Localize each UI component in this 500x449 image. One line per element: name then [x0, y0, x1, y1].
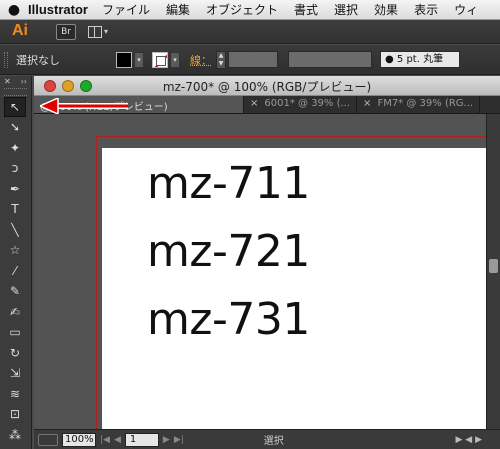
- annotation-arrow: [40, 98, 128, 114]
- scrollbar-thumb[interactable]: [489, 259, 498, 273]
- eraser-tool[interactable]: ▭: [4, 323, 26, 343]
- art-text-line[interactable]: mz-711: [147, 158, 310, 209]
- brush-definition-dropdown[interactable]: ● 5 pt. 丸筆: [380, 51, 460, 68]
- menu-select[interactable]: 選択: [334, 1, 358, 18]
- menu-type[interactable]: 書式: [294, 1, 318, 18]
- direct-selection-tool[interactable]: ➘: [4, 118, 26, 138]
- line-tool[interactable]: ╲: [4, 220, 26, 240]
- fill-dropdown[interactable]: ▾: [134, 51, 144, 68]
- stroke-dropdown[interactable]: ▾: [170, 51, 180, 68]
- app-menu[interactable]: Illustrator: [28, 2, 88, 17]
- menu-edit[interactable]: 編集: [166, 1, 190, 18]
- apple-icon[interactable]: ●: [0, 2, 28, 18]
- blob-brush-tool[interactable]: ✍: [4, 302, 26, 322]
- stroke-weight-field[interactable]: [228, 51, 278, 68]
- scale-tool[interactable]: ⇲: [4, 364, 26, 384]
- symbol-sprayer-tool[interactable]: ⁂: [4, 425, 26, 445]
- document-window: mz-700* @ 100% (RGB/プレビュー) @ 100% (RGB/プ…: [34, 76, 500, 449]
- selection-status-label: 選択なし: [16, 53, 60, 67]
- application-bar: Ai Br ▾: [0, 20, 500, 44]
- pen-tool[interactable]: ✒: [4, 179, 26, 199]
- tab-fm7[interactable]: × FM7* @ 39% (RG...: [357, 96, 481, 113]
- menu-file[interactable]: ファイル: [102, 1, 150, 18]
- next-artboard-button[interactable]: ▶: [163, 435, 170, 445]
- arrange-documents-button[interactable]: ▾: [88, 25, 109, 38]
- control-bar: 選択なし ▾ ▾ 線： ▲ ▼ ● 5 pt. 丸筆: [0, 45, 500, 75]
- rotate-tool[interactable]: ↻: [4, 343, 26, 363]
- tab-label: FM7* @ 39% (RG...: [377, 98, 474, 109]
- tab-label: 6001* @ 39% (...: [264, 98, 351, 109]
- vertical-scrollbar[interactable]: [486, 114, 500, 429]
- pencil-tool[interactable]: ✎: [4, 282, 26, 302]
- window-title-bar[interactable]: mz-700* @ 100% (RGB/プレビュー): [34, 76, 500, 96]
- warp-tool[interactable]: ≋: [4, 384, 26, 404]
- panel-grip[interactable]: [4, 51, 8, 68]
- panel-grip[interactable]: [4, 88, 27, 96]
- paintbrush-tool[interactable]: ⁄: [4, 261, 26, 281]
- close-icon[interactable]: ✕: [4, 76, 11, 88]
- lasso-tool[interactable]: ↄ: [4, 159, 26, 179]
- artboard-number-field[interactable]: 1: [124, 432, 159, 447]
- free-transform-tool[interactable]: ⊡: [4, 405, 26, 425]
- expand-icon[interactable]: ››: [21, 76, 27, 88]
- magic-wand-tool[interactable]: ✦: [4, 138, 26, 158]
- close-icon[interactable]: ×: [363, 98, 371, 109]
- stroke-weight-label[interactable]: 線：: [190, 52, 212, 68]
- annotation-arrow-head: [40, 98, 59, 114]
- chevron-down-icon: ▾: [104, 27, 109, 36]
- tab-6001[interactable]: × 6001* @ 39% (...: [244, 96, 358, 113]
- menu-view[interactable]: 表示: [414, 1, 438, 18]
- illustrator-logo: Ai: [12, 21, 28, 39]
- fill-swatch[interactable]: [116, 51, 132, 68]
- status-menu-arrow-icon[interactable]: ▶ ◀ ▶: [456, 435, 483, 445]
- canvas-area[interactable]: mz-711 mz-721 mz-731: [34, 114, 486, 429]
- selection-tool[interactable]: ↖: [4, 97, 26, 117]
- mac-menu-bar: ● Illustrator ファイル 編集 オブジェクト 書式 選択 効果 表示…: [0, 0, 500, 20]
- art-text-line[interactable]: mz-721: [147, 226, 310, 277]
- zoom-icon: [38, 433, 58, 446]
- previous-artboard-button[interactable]: ◀: [114, 435, 121, 445]
- variable-width-profile-dropdown[interactable]: [288, 51, 372, 68]
- window-title: mz-700* @ 100% (RGB/プレビュー): [162, 80, 372, 94]
- star-tool[interactable]: ☆: [4, 241, 26, 261]
- tool-list: ↖ ➘ ✦ ↄ ✒ T ╲ ☆ ⁄ ✎ ✍ ▭ ↻ ⇲ ≋ ⊡ ⁂: [0, 97, 31, 445]
- status-bar: 100% |◀ ◀ 1 ▶ ▶| 選択 ▶ ◀ ▶: [34, 429, 500, 449]
- tools-panel: ✕ ›› ↖ ➘ ✦ ↄ ✒ T ╲ ☆ ⁄ ✎ ✍ ▭ ↻ ⇲ ≋ ⊡ ⁂: [0, 76, 32, 449]
- last-artboard-button[interactable]: ▶|: [174, 435, 184, 445]
- brush-name: 5 pt. 丸筆: [396, 54, 444, 65]
- current-tool-status: 選択: [263, 436, 284, 447]
- bridge-button[interactable]: Br: [56, 23, 76, 40]
- type-tool[interactable]: T: [4, 200, 26, 220]
- menu-window[interactable]: ウィ: [454, 1, 478, 18]
- stroke-weight-stepper[interactable]: ▲ ▼: [216, 50, 226, 69]
- art-text-line[interactable]: mz-731: [147, 294, 310, 345]
- close-icon[interactable]: ×: [250, 98, 258, 109]
- stroke-swatch-none[interactable]: [152, 51, 168, 68]
- tools-panel-header: ✕ ››: [0, 76, 31, 88]
- zoom-level-field[interactable]: 100%: [62, 432, 96, 447]
- layout-grid-icon: [88, 25, 102, 38]
- menu-object[interactable]: オブジェクト: [206, 1, 278, 18]
- artboard[interactable]: mz-711 mz-721 mz-731: [102, 148, 486, 429]
- first-artboard-button[interactable]: |◀: [100, 435, 110, 445]
- menu-effect[interactable]: 効果: [374, 1, 398, 18]
